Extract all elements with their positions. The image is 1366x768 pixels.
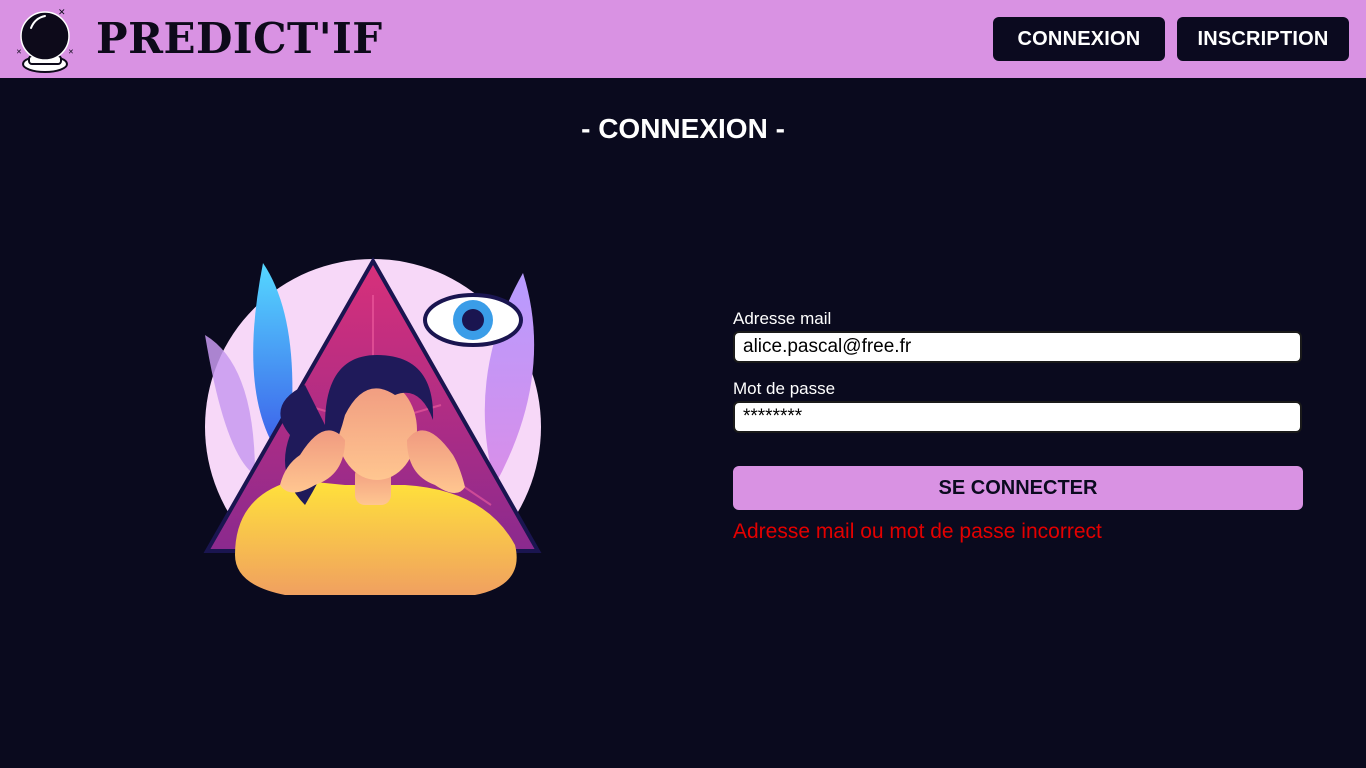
- svg-text:✕: ✕: [58, 8, 66, 18]
- password-field[interactable]: [733, 401, 1302, 433]
- brand-title: PREDICT'IF: [96, 14, 383, 63]
- login-form: Adresse mail Mot de passe SE CONNECTER A…: [733, 305, 1303, 546]
- top-navbar: ✕ ✕ ✕ PREDICT'IF CONNEXION INSCRIPTION: [0, 0, 1366, 78]
- svg-text:✕: ✕: [16, 48, 22, 56]
- email-field[interactable]: [733, 331, 1302, 363]
- svg-text:✕: ✕: [68, 48, 74, 56]
- password-label: Mot de passe: [733, 379, 836, 398]
- page-title: - CONNEXION -: [581, 113, 785, 144]
- headache-pyramid-eye-illustration: [203, 256, 542, 595]
- submit-login-button[interactable]: SE CONNECTER: [733, 466, 1303, 510]
- email-label: Adresse mail: [733, 309, 832, 328]
- error-message: Adresse mail ou mot de passe incorrect: [733, 520, 1102, 543]
- nav-signup-button[interactable]: INSCRIPTION: [1177, 17, 1349, 61]
- crystal-ball-icon[interactable]: ✕ ✕ ✕: [14, 6, 76, 74]
- nav-login-button[interactable]: CONNEXION: [993, 17, 1165, 61]
